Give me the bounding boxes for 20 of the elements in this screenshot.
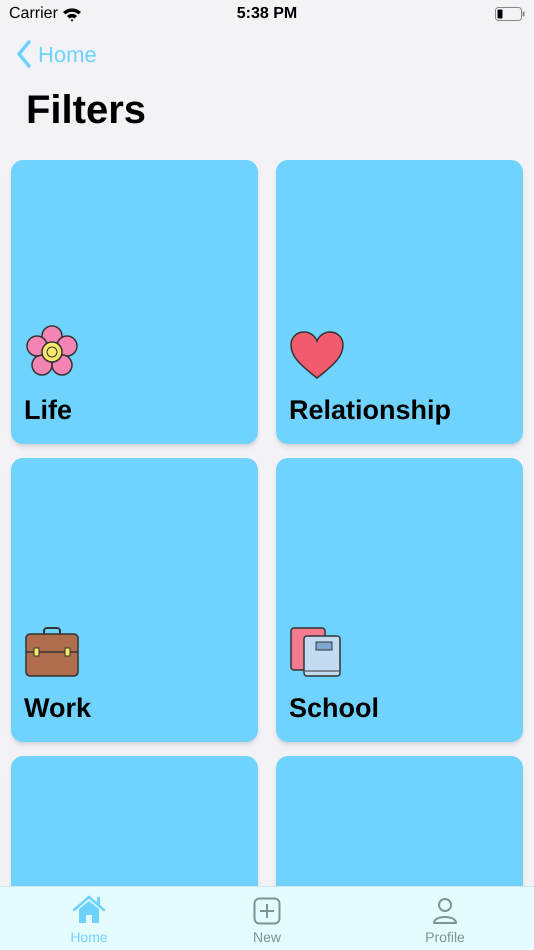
filter-card[interactable]: Work <box>11 458 258 742</box>
filter-card[interactable]: School <box>276 458 523 742</box>
battery-icon <box>495 7 525 21</box>
person-icon <box>431 897 459 925</box>
card-label: Relationship <box>289 394 452 426</box>
card-label: Life <box>24 394 72 426</box>
carrier-label: Carrier <box>9 4 58 24</box>
chevron-left-icon <box>16 40 32 68</box>
briefcase-icon <box>24 626 80 678</box>
wifi-icon <box>62 6 82 22</box>
card-label: School <box>289 692 380 724</box>
plus-square-icon <box>253 897 281 925</box>
page-title: Filters <box>25 87 146 134</box>
home-icon <box>72 895 106 925</box>
heart-icon <box>289 330 345 380</box>
filter-card[interactable]: Life <box>11 160 258 444</box>
status-time: 5:38 PM <box>236 4 298 24</box>
card-label: Work <box>24 692 92 724</box>
books-icon <box>289 626 343 678</box>
filter-card[interactable]: Relationship <box>276 160 523 444</box>
